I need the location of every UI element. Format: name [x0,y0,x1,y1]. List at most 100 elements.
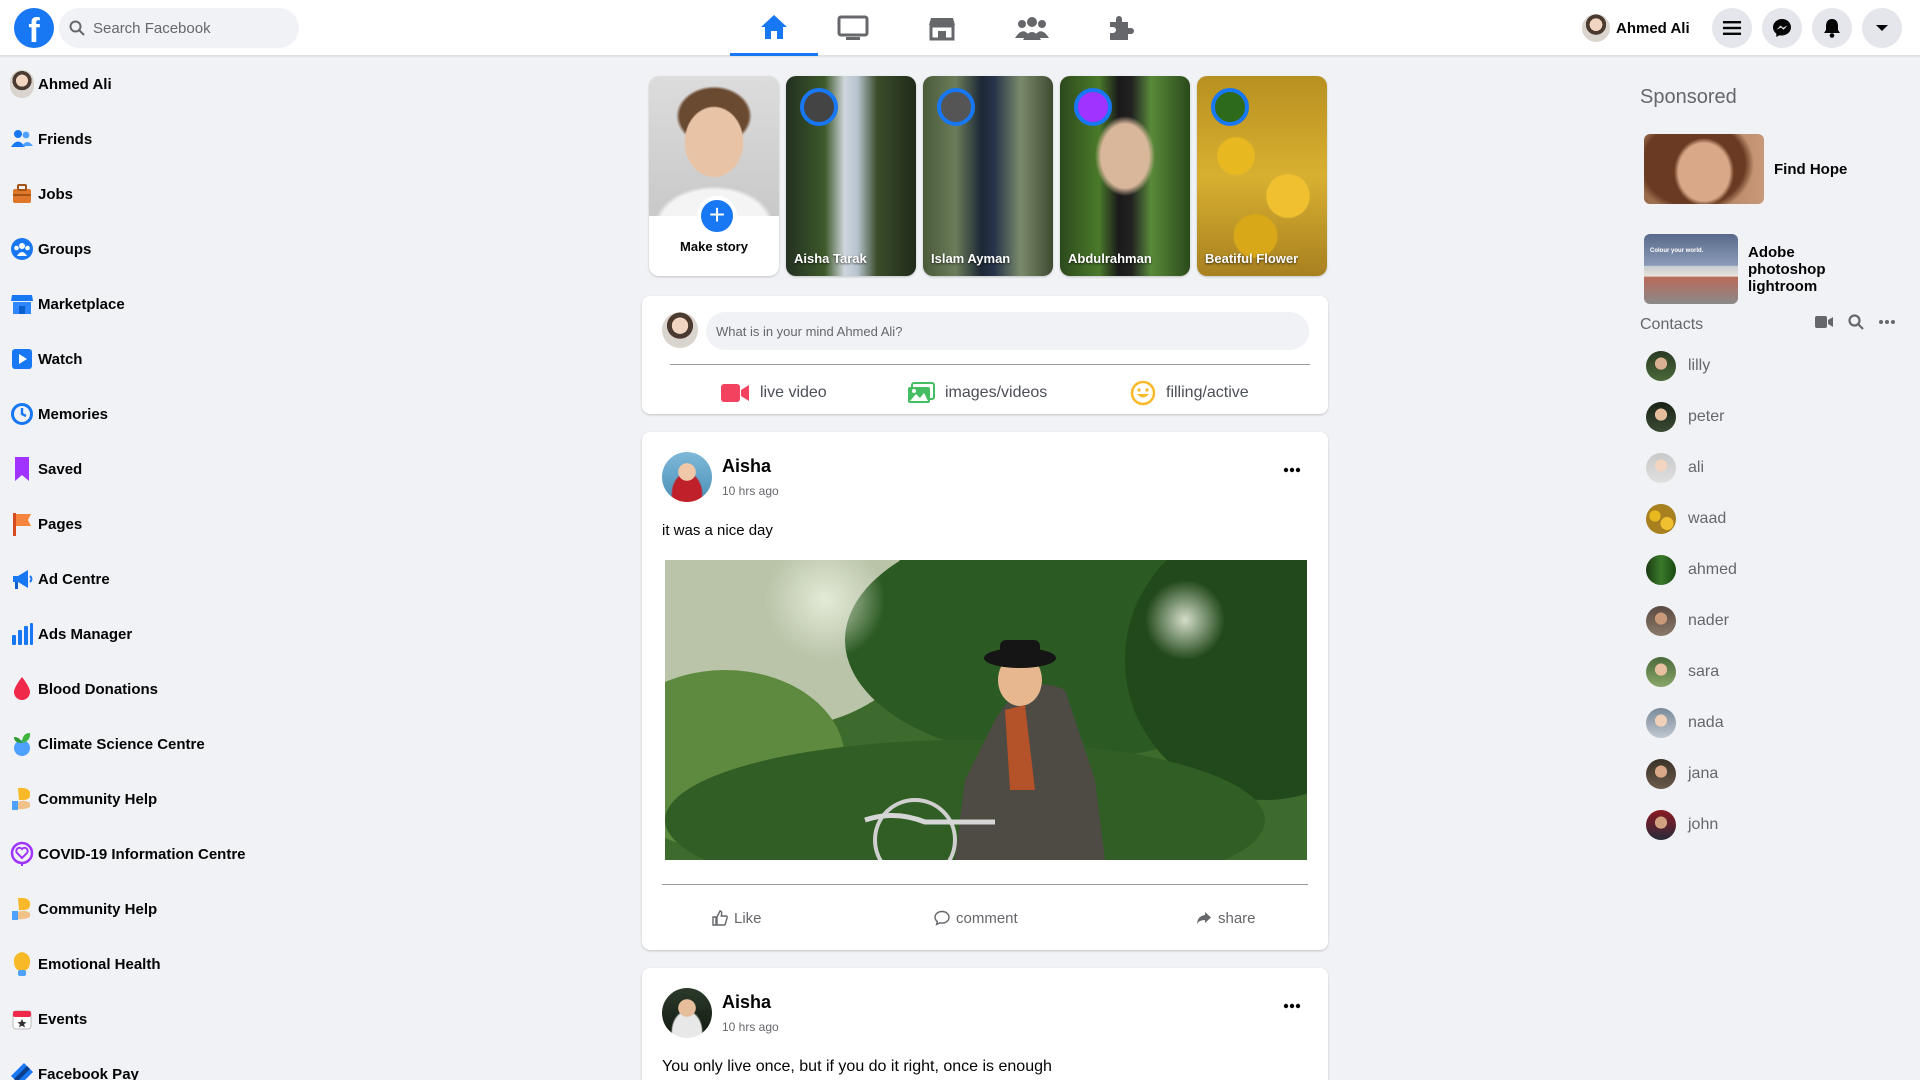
sidebar-item-facebook-pay[interactable]: Facebook Pay [10,1054,139,1080]
post-card: Aisha 10 hrs ago You only live once, but… [642,968,1328,1080]
contact-item[interactable]: waad [1646,499,1726,539]
post-text: You only live once, but if you do it rig… [662,1058,1052,1075]
sidebar-item-memories[interactable]: Memories [10,394,108,434]
contact-item[interactable]: peter [1646,397,1724,437]
search-icon[interactable] [1848,314,1864,330]
feeling-activity-button[interactable]: filling/active [1130,378,1249,408]
nav-tab-marketplace[interactable] [898,0,986,56]
like-label: Like [734,909,762,927]
sidebar-item-ads-manager[interactable]: Ads Manager [10,614,132,654]
contact-item[interactable]: nader [1646,601,1729,641]
events-icon [10,1005,34,1033]
sidebar-item-friends[interactable]: Friends [10,119,92,159]
sidebar-item-label: Pages [38,515,83,533]
profile-chip[interactable]: Ahmed Ali [1582,12,1690,44]
account-dropdown-button[interactable] [1862,8,1902,48]
sidebar-item-jobs[interactable]: Jobs [10,174,73,214]
more-options-icon[interactable] [1878,319,1896,325]
nav-tab-gaming[interactable] [1076,0,1164,56]
sidebar-item-ad-centre[interactable]: Ad Centre [10,559,110,599]
chevron-down-icon [1876,25,1888,31]
divider [670,364,1310,365]
friends-icon [10,125,34,153]
sponsored-image-text: Colour your world. [1650,248,1704,254]
sponsored-item[interactable]: Colour your world. Adobe photoshop light… [1644,234,1858,304]
contact-name: nader [1688,612,1729,629]
contact-item[interactable]: jana [1646,754,1718,794]
sidebar-item-blood-donations[interactable]: Blood Donations [10,669,158,709]
feeling-activity-label: filling/active [1166,384,1249,401]
story-avatar-ring [800,88,838,126]
post-options-button[interactable] [1280,460,1304,480]
sidebar-item-community-help-2[interactable]: Community Help [10,889,157,929]
nav-tab-home[interactable] [730,0,818,56]
contact-item[interactable]: sara [1646,652,1719,692]
contact-name: jana [1688,765,1719,782]
menu-icon [1723,21,1741,35]
sidebar-item-emotional-health[interactable]: Emotional Health [10,944,161,984]
facebook-logo[interactable]: f [14,8,54,48]
sidebar-item-events[interactable]: Events [10,999,87,1039]
contact-item[interactable]: lilly [1646,346,1710,386]
story-name: Abdulrahman [1068,251,1152,266]
post-image[interactable] [665,560,1307,860]
avatar[interactable] [662,452,712,502]
contact-item[interactable]: nada [1646,703,1724,743]
sidebar-item-groups[interactable]: Groups [10,229,91,269]
sidebar-item-watch[interactable]: Watch [10,339,82,379]
story-name: Islam Ayman [931,251,1011,266]
story-card[interactable]: Aisha Tarak [786,76,916,276]
live-video-icon [721,384,749,402]
composer-input[interactable] [706,312,1309,350]
nav-tab-watch[interactable] [809,0,897,56]
live-video-button[interactable]: live video [720,378,827,408]
messenger-icon [1773,19,1791,37]
avatar [1646,453,1676,483]
contact-name: peter [1688,408,1725,425]
post-time[interactable]: 10 hrs ago [722,1020,779,1034]
sponsored-item[interactable]: Find Hope [1644,134,1847,204]
like-button[interactable]: Like [712,904,762,932]
notifications-icon [1824,19,1840,38]
share-button[interactable]: share [1196,904,1256,932]
sidebar-item-pages[interactable]: Pages [10,504,82,544]
nav-tab-groups[interactable] [988,0,1076,56]
comment-button[interactable]: comment [934,904,1018,932]
plus-icon[interactable]: + [697,196,737,236]
avatar [1646,759,1676,789]
avatar[interactable] [662,988,712,1038]
sidebar-item-climate-science-centre[interactable]: Climate Science Centre [10,724,205,764]
post-options-button[interactable] [1280,996,1304,1016]
blood-donation-icon [10,675,34,703]
notifications-button[interactable] [1812,8,1852,48]
post-author[interactable]: Aisha [722,456,771,477]
post-author[interactable]: Aisha [722,992,771,1013]
video-call-icon[interactable] [1814,315,1834,329]
sidebar-item-label: Ahmed Ali [38,75,112,93]
sidebar-item-profile[interactable]: Ahmed Ali [10,64,112,104]
watch-icon [837,15,869,40]
menu-button[interactable] [1712,8,1752,48]
photo-icon [908,382,935,403]
make-story-card[interactable]: + Make story [649,76,779,276]
sidebar-item-saved[interactable]: Saved [10,449,82,489]
contact-item[interactable]: john [1646,805,1718,845]
sidebar-item-marketplace[interactable]: Marketplace [10,284,125,324]
avatar [1646,504,1676,534]
sidebar-item-label: Ads Manager [38,625,133,643]
images-videos-button[interactable]: images/videos [907,378,1047,408]
story-card[interactable]: Islam Ayman [923,76,1053,276]
contact-item[interactable]: ali [1646,448,1704,488]
messenger-button[interactable] [1762,8,1802,48]
share-label: share [1218,909,1256,927]
covid-icon [10,840,34,868]
sidebar-item-covid-19-information-centre[interactable]: COVID-19 Information Centre [10,834,246,874]
gaming-icon [1110,16,1134,40]
search-input[interactable] [93,8,293,48]
post-time[interactable]: 10 hrs ago [722,484,779,498]
sidebar-item-community-help[interactable]: Community Help [10,779,157,819]
avatar [1646,402,1676,432]
contact-item[interactable]: ahmed [1646,550,1737,590]
story-card[interactable]: Abdulrahman [1060,76,1190,276]
story-card[interactable]: Beatiful Flower [1197,76,1327,276]
